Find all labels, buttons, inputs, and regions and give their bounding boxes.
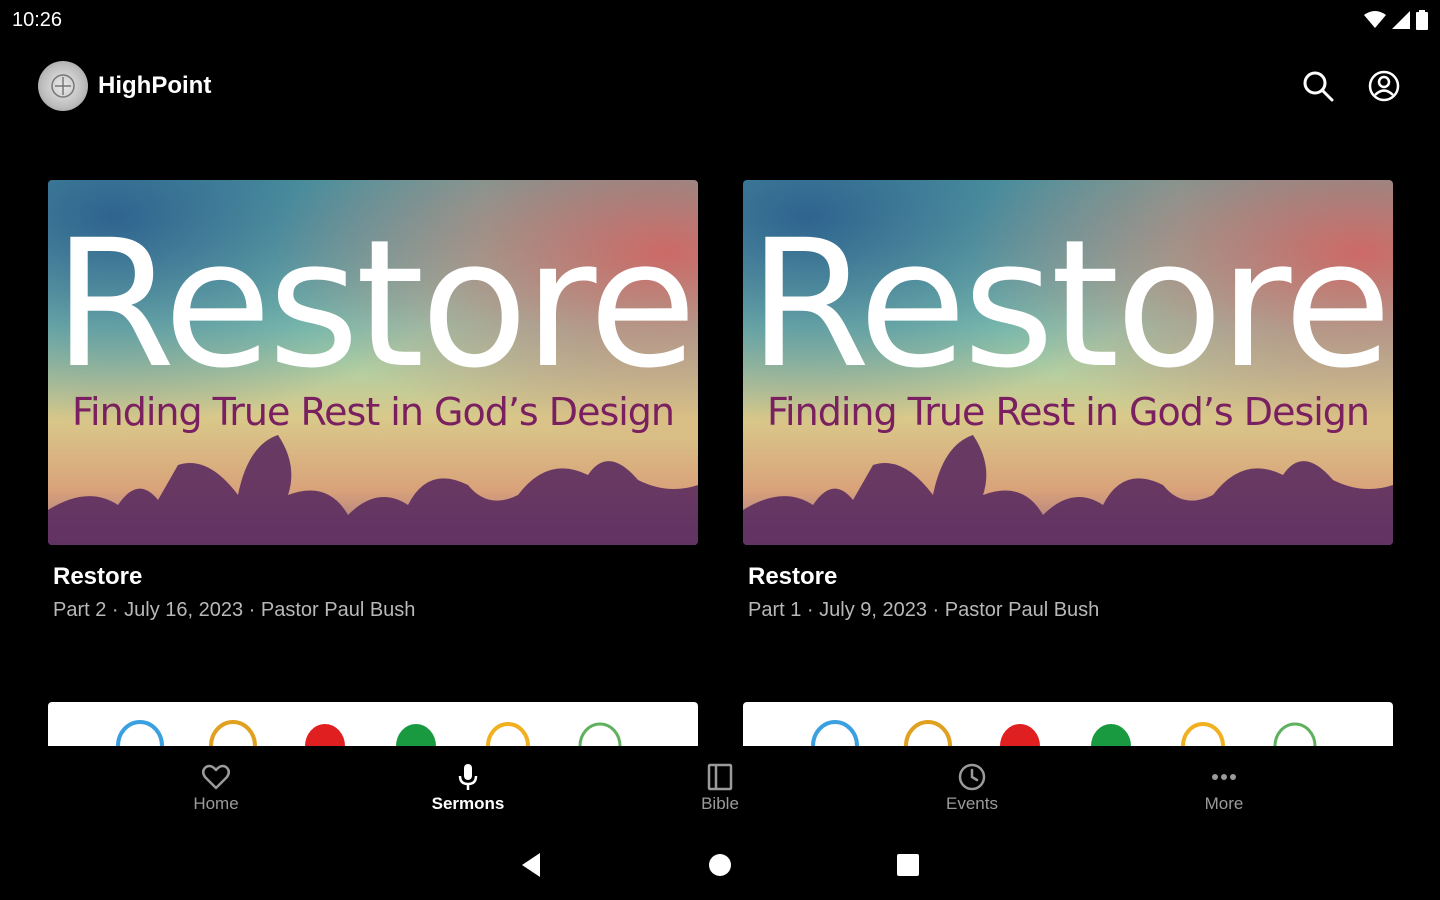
app-bar: HighPoint	[0, 54, 1440, 118]
eggs-graphic	[811, 720, 1317, 746]
nav-label: Home	[193, 794, 239, 813]
thumbnail-title: Restore	[748, 202, 1392, 407]
microphone-icon	[458, 764, 478, 790]
search-button[interactable]	[1300, 68, 1336, 104]
app-logo[interactable]	[38, 61, 88, 111]
account-icon	[1368, 70, 1400, 102]
search-icon	[1303, 71, 1334, 102]
palm-trees-graphic	[48, 435, 698, 545]
bottom-nav: Home Sermons Bible Events More	[0, 746, 1440, 830]
nav-label: Events	[946, 794, 998, 813]
eggs-graphic	[116, 720, 622, 746]
recents-icon[interactable]	[894, 851, 922, 879]
sermon-meta: Part 2 · July 16, 2023 · Pastor Paul Bus…	[53, 599, 416, 621]
heart-icon	[202, 764, 230, 790]
system-nav-bar	[0, 830, 1440, 900]
sermon-card[interactable]: Restore Finding True Rest in God’s Desig…	[48, 180, 698, 622]
palm-trees-graphic	[743, 435, 1393, 545]
nav-bible[interactable]: Bible	[660, 762, 780, 814]
sermon-title: Restore	[748, 563, 838, 590]
sermon-thumbnail-partial[interactable]	[48, 702, 698, 746]
sermon-thumbnail: Restore Finding True Rest in God’s Desig…	[743, 180, 1393, 545]
nav-events[interactable]: Events	[912, 762, 1032, 814]
sermon-thumbnail: Restore Finding True Rest in God’s Desig…	[48, 180, 698, 545]
nav-home[interactable]: Home	[156, 762, 276, 814]
book-icon	[707, 763, 733, 791]
app-actions	[1300, 68, 1402, 104]
nav-sermons[interactable]: Sermons	[408, 762, 528, 814]
sermon-title: Restore	[53, 563, 143, 590]
clock-icon	[958, 763, 986, 791]
more-icon	[1212, 774, 1236, 780]
logo-icon	[51, 74, 75, 98]
nav-label: More	[1204, 794, 1244, 813]
nav-label: Sermons	[431, 794, 505, 813]
sermon-meta: Part 1 · July 9, 2023 · Pastor Paul Bush	[748, 599, 1100, 621]
app-title: HighPoint	[98, 72, 212, 99]
back-icon[interactable]	[518, 851, 546, 879]
nav-more[interactable]: More	[1164, 762, 1284, 814]
thumbnail-title: Restore	[53, 202, 697, 407]
account-button[interactable]	[1366, 68, 1402, 104]
sermon-card[interactable]: Restore Finding True Rest in God’s Desig…	[743, 180, 1393, 622]
home-circle-icon[interactable]	[706, 851, 734, 879]
sermon-thumbnail-partial[interactable]	[743, 702, 1393, 746]
nav-label: Bible	[701, 794, 739, 813]
